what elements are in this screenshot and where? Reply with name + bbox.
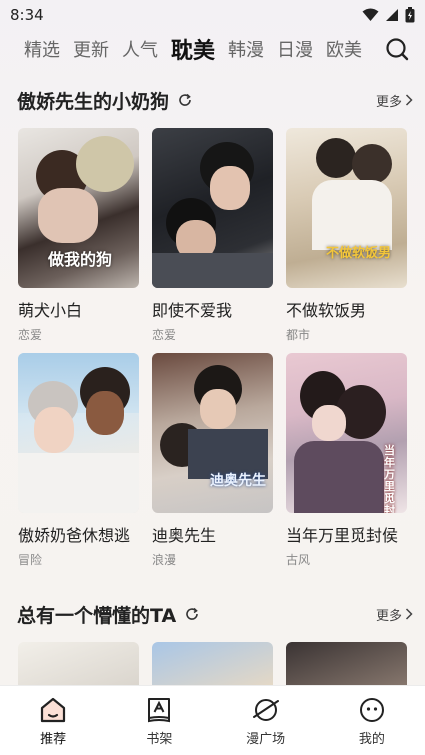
comic-grid-2	[0, 642, 425, 690]
comic-card[interactable]	[152, 642, 273, 690]
category-tabs: 精选 更新 人气 耽美 韩漫 日漫 欧美	[0, 30, 425, 68]
comic-cover[interactable]: 当年万里觅封侯	[286, 353, 407, 513]
home-icon	[41, 697, 66, 722]
more-link[interactable]: 更多	[376, 605, 413, 624]
section-title: 总有一个懵懂的TA	[17, 601, 200, 628]
tab-featured[interactable]: 精选	[24, 36, 60, 62]
comic-cover[interactable]: 做我的狗	[18, 128, 139, 288]
comic-grid: 做我的狗 萌犬小白 恋爱 即使不爱我 恋爱 不做软饭男 不做软饭男 都市 傲娇奶…	[0, 128, 425, 568]
comic-genre: 恋爱	[18, 328, 43, 342]
comic-card[interactable]: 当年万里觅封侯 当年万里觅封侯 古风	[286, 353, 407, 568]
section-header-2: 总有一个懵懂的TA 更多	[0, 596, 425, 632]
cover-title: 做我的狗	[48, 250, 113, 269]
more-label: 更多	[375, 94, 402, 110]
nav-profile[interactable]: 我的	[337, 695, 407, 747]
profile-icon	[359, 697, 384, 722]
status-time: 8:34	[10, 6, 44, 24]
comic-title: 迪奥先生	[152, 526, 217, 545]
signal-icon	[386, 9, 398, 21]
section-title-text: 傲娇先生的小奶狗	[17, 90, 170, 113]
comic-cover[interactable]	[152, 128, 273, 288]
comic-card[interactable]: 做我的狗 萌犬小白 恋爱	[18, 128, 139, 343]
comic-genre: 浪漫	[152, 553, 177, 567]
section-title: 傲娇先生的小奶狗	[17, 87, 193, 114]
nav-label: 推荐	[40, 731, 67, 747]
search-icon	[386, 38, 409, 61]
cover-title: 迪奥先生	[210, 473, 266, 489]
nav-square[interactable]: 漫广场	[231, 695, 301, 747]
nav-bookshelf[interactable]: 书架	[124, 695, 194, 747]
cover-title: 不做软饭男	[326, 246, 392, 261]
nav-label: 我的	[358, 731, 385, 747]
bottom-nav: 推荐 书架 漫广场 我的	[0, 685, 425, 755]
comic-genre: 都市	[286, 328, 311, 342]
comic-genre: 恋爱	[152, 328, 177, 342]
comic-title: 萌犬小白	[18, 301, 83, 320]
comic-cover[interactable]: 迪奥先生	[152, 353, 273, 513]
comic-genre: 古风	[286, 553, 311, 567]
planet-icon	[252, 698, 279, 721]
nav-recommend[interactable]: 推荐	[18, 695, 88, 747]
section-title-text: 总有一个懵懂的TA	[17, 604, 177, 627]
chevron-right-icon	[405, 608, 413, 620]
bookshelf-icon	[148, 697, 171, 722]
tab-updates[interactable]: 更新	[73, 36, 109, 62]
refresh-icon[interactable]	[177, 92, 193, 108]
comic-cover[interactable]	[152, 642, 273, 690]
status-bar: 8:34	[0, 0, 425, 30]
comic-card[interactable]: 迪奥先生 迪奥先生 浪漫	[152, 353, 273, 568]
battery-icon	[405, 7, 415, 23]
tab-korean[interactable]: 韩漫	[228, 36, 264, 62]
comic-card[interactable]	[18, 642, 139, 690]
comic-title: 当年万里觅封侯	[286, 526, 399, 545]
refresh-icon[interactable]	[184, 606, 200, 622]
comic-cover[interactable]	[18, 353, 139, 513]
tab-western[interactable]: 欧美	[326, 36, 362, 62]
comic-cover[interactable]: 不做软饭男	[286, 128, 407, 288]
wifi-icon	[362, 8, 379, 21]
section-header-1: 傲娇先生的小奶狗 更多	[0, 82, 425, 118]
tab-bl[interactable]: 耽美	[171, 33, 215, 65]
more-label: 更多	[375, 608, 402, 624]
comic-genre: 冒险	[18, 553, 43, 567]
more-link[interactable]: 更多	[376, 91, 413, 110]
comic-cover[interactable]	[18, 642, 139, 690]
comic-title: 傲娇奶爸休想逃	[18, 526, 131, 545]
cover-title: 当年万里觅封侯	[384, 444, 395, 514]
nav-label: 漫广场	[246, 731, 286, 747]
chevron-right-icon	[405, 94, 413, 106]
status-icons	[362, 7, 415, 23]
tab-japanese[interactable]: 日漫	[277, 36, 313, 62]
comic-card[interactable]	[286, 642, 407, 690]
comic-card[interactable]: 傲娇奶爸休想逃 冒险	[18, 353, 139, 568]
tab-popular[interactable]: 人气	[122, 36, 158, 62]
comic-card[interactable]: 不做软饭男 不做软饭男 都市	[286, 128, 407, 343]
comic-card[interactable]: 即使不爱我 恋爱	[152, 128, 273, 343]
comic-title: 不做软饭男	[286, 301, 367, 320]
comic-title: 即使不爱我	[152, 301, 233, 320]
search-button[interactable]	[383, 35, 411, 63]
comic-cover[interactable]	[286, 642, 407, 690]
nav-label: 书架	[146, 731, 173, 747]
